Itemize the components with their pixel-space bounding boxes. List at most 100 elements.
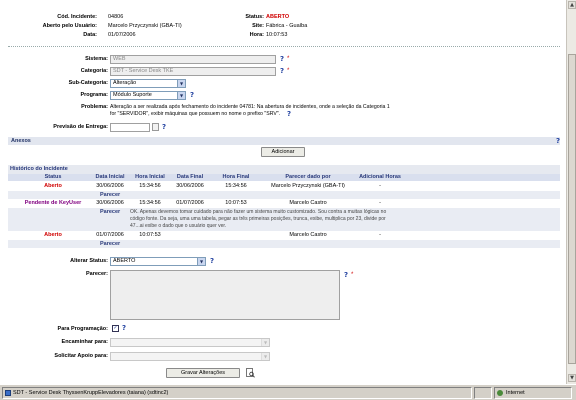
date-value: 01/07/2006 [108, 32, 136, 38]
sistema-field[interactable]: WEB [110, 55, 276, 64]
encaminhar-label: Encaminhar para: [61, 339, 108, 345]
row-hora-inicial: 15:34:56 [139, 183, 161, 189]
col-header-parecer-por: Parecer dado por [285, 174, 331, 180]
row-parecer-por: Marcelo Castro [289, 232, 327, 238]
site-value: Fábrica - Guaíba [266, 23, 308, 29]
subcategoria-select[interactable]: Alteração ▼ [110, 79, 186, 88]
row-status: Pendente de KeyUser [24, 200, 82, 206]
help-icon[interactable]: ? [190, 91, 194, 99]
status-label: Status: [245, 14, 264, 20]
chevron-down-icon: ▼ [177, 92, 185, 99]
row-data-final: 01/07/2006 [176, 200, 204, 206]
col-header-adicional: Adicional Horas [359, 174, 401, 180]
alterar-status-value: ABERTO [113, 258, 136, 264]
parecer-label: Parecer [100, 192, 121, 198]
time-value: 10:07:53 [266, 32, 288, 38]
incident-code-label: Cód. Incidente: [57, 14, 97, 20]
problema-text-line1: Alteração a ser realizada após fechament… [110, 104, 390, 110]
globe-icon [497, 389, 503, 396]
status-bar-text: SDT - Service Desk ThyssenKruppElevadore… [13, 390, 169, 396]
scroll-down-icon[interactable]: ▼ [568, 374, 576, 382]
programacao-checkbox[interactable]: ✓ [112, 325, 119, 332]
page-content: Cód. Incidente: 04806 Aberto pelo Usuári… [0, 0, 566, 384]
programa-value: Módulo Suporte [113, 92, 152, 98]
parecer-text-line2: código fonte. Da seja, uma uma tabela, p… [130, 216, 386, 222]
checkmark-icon: ✓ [113, 325, 118, 331]
help-icon[interactable]: ? [280, 55, 284, 63]
programacao-label: Para Programação: [57, 326, 108, 332]
row-hora-inicial: 15:34:56 [139, 200, 161, 206]
solicitar-select[interactable]: ▼ [110, 352, 270, 361]
add-attachment-button[interactable]: Adicionar [261, 147, 305, 157]
parecer-input-label: Parecer: [85, 271, 108, 277]
categoria-label: Categoria: [80, 68, 108, 74]
encaminhar-select[interactable]: ▼ [110, 338, 270, 347]
browser-status-bar: SDT - Service Desk ThyssenKruppElevadore… [0, 384, 576, 400]
help-icon[interactable]: ? [210, 257, 214, 265]
subcategoria-label: Sub-Categoria: [68, 80, 108, 86]
row-adicional: - [379, 232, 381, 238]
divider [8, 46, 560, 47]
help-icon[interactable]: ? [556, 137, 560, 145]
status-bar-zone: Internet [494, 387, 572, 399]
row-parecer-por: Marcelo Castro [289, 200, 327, 206]
row-hora-inicial: 10:07:53 [139, 232, 161, 238]
col-header-hora-inicial: Hora Inicial [135, 174, 165, 180]
opened-by-value: Marcelo Przyczynski (GBA-TI) [108, 23, 182, 29]
table-parecer-row: Parecer [8, 240, 560, 248]
parecer-textarea[interactable] [110, 270, 340, 320]
status-bar-cell [474, 387, 492, 399]
anexos-title: Anexos [11, 138, 31, 144]
col-header-data-inicial: Data Inicial [95, 174, 125, 180]
calendar-icon[interactable] [152, 123, 159, 131]
subcategoria-value: Alteração [113, 80, 137, 86]
col-header-hora-final: Hora Final [222, 174, 250, 180]
row-adicional: - [379, 183, 381, 189]
site-label: Site: [252, 23, 264, 29]
row-parecer-por: Marcelo Przyczynski (GBA-TI) [271, 183, 345, 189]
col-header-status: Status [44, 174, 62, 180]
parecer-label: Parecer [100, 209, 121, 215]
required-asterisk-icon: * [287, 68, 290, 74]
row-data-inicial: 30/06/2006 [96, 183, 124, 189]
programa-label: Programa: [80, 92, 108, 98]
parecer-text-line1: OK. Apenas devemos tomar cuidado para nã… [130, 209, 387, 215]
row-hora-final: 15:34:56 [225, 183, 247, 189]
parecer-text-line3: 47...ai exibe o dado que o usuário quer … [130, 223, 227, 229]
opened-by-label: Aberto pelo Usuário: [42, 23, 97, 29]
time-label: Hora: [249, 32, 264, 38]
scroll-up-icon[interactable]: ▲ [568, 1, 576, 9]
date-label: Data: [83, 32, 97, 38]
alterar-status-select[interactable]: ABERTO ▼ [110, 257, 206, 266]
help-icon[interactable]: ? [344, 271, 348, 279]
history-title: Histórico do Incidente [10, 166, 68, 172]
row-adicional: - [379, 200, 381, 206]
status-bar-title: SDT - Service Desk ThyssenKruppElevadore… [2, 387, 472, 399]
table-row: Aberto 30/06/2006 15:34:56 30/06/2006 15… [8, 182, 560, 191]
help-icon[interactable]: ? [280, 67, 284, 75]
help-icon[interactable]: ? [287, 110, 291, 118]
print-preview-icon[interactable] [246, 368, 255, 378]
chevron-down-icon: ▼ [177, 80, 185, 87]
required-asterisk-icon: * [351, 272, 354, 278]
table-parecer-row: Parecer [8, 191, 560, 199]
categoria-field[interactable]: SDT - Service Desk TKE [110, 67, 276, 76]
history-section-header: Histórico do Incidente [8, 165, 560, 174]
programa-select[interactable]: Módulo Suporte ▼ [110, 91, 186, 100]
vertical-scrollbar[interactable]: ▲ ▼ [566, 0, 576, 384]
previsao-field[interactable] [110, 123, 150, 132]
table-parecer-row: Parecer OK. Apenas devemos tomar cuidado… [8, 208, 560, 231]
chevron-down-icon: ▼ [261, 353, 269, 360]
save-button[interactable]: Gravar Alterações [166, 368, 240, 378]
col-header-data-final: Data Final [176, 174, 204, 180]
row-data-final: 30/06/2006 [176, 183, 204, 189]
alterar-status-label: Alterar Status: [70, 258, 108, 264]
row-status: Aberto [44, 232, 62, 238]
scrollbar-thumb[interactable] [568, 54, 576, 364]
row-data-inicial: 30/06/2006 [96, 200, 124, 206]
help-icon[interactable]: ? [122, 324, 126, 332]
previsao-label: Previsão de Entrega: [53, 124, 108, 130]
status-value: ABERTO [266, 14, 290, 20]
help-icon[interactable]: ? [162, 123, 166, 131]
chevron-down-icon: ▼ [197, 258, 205, 265]
